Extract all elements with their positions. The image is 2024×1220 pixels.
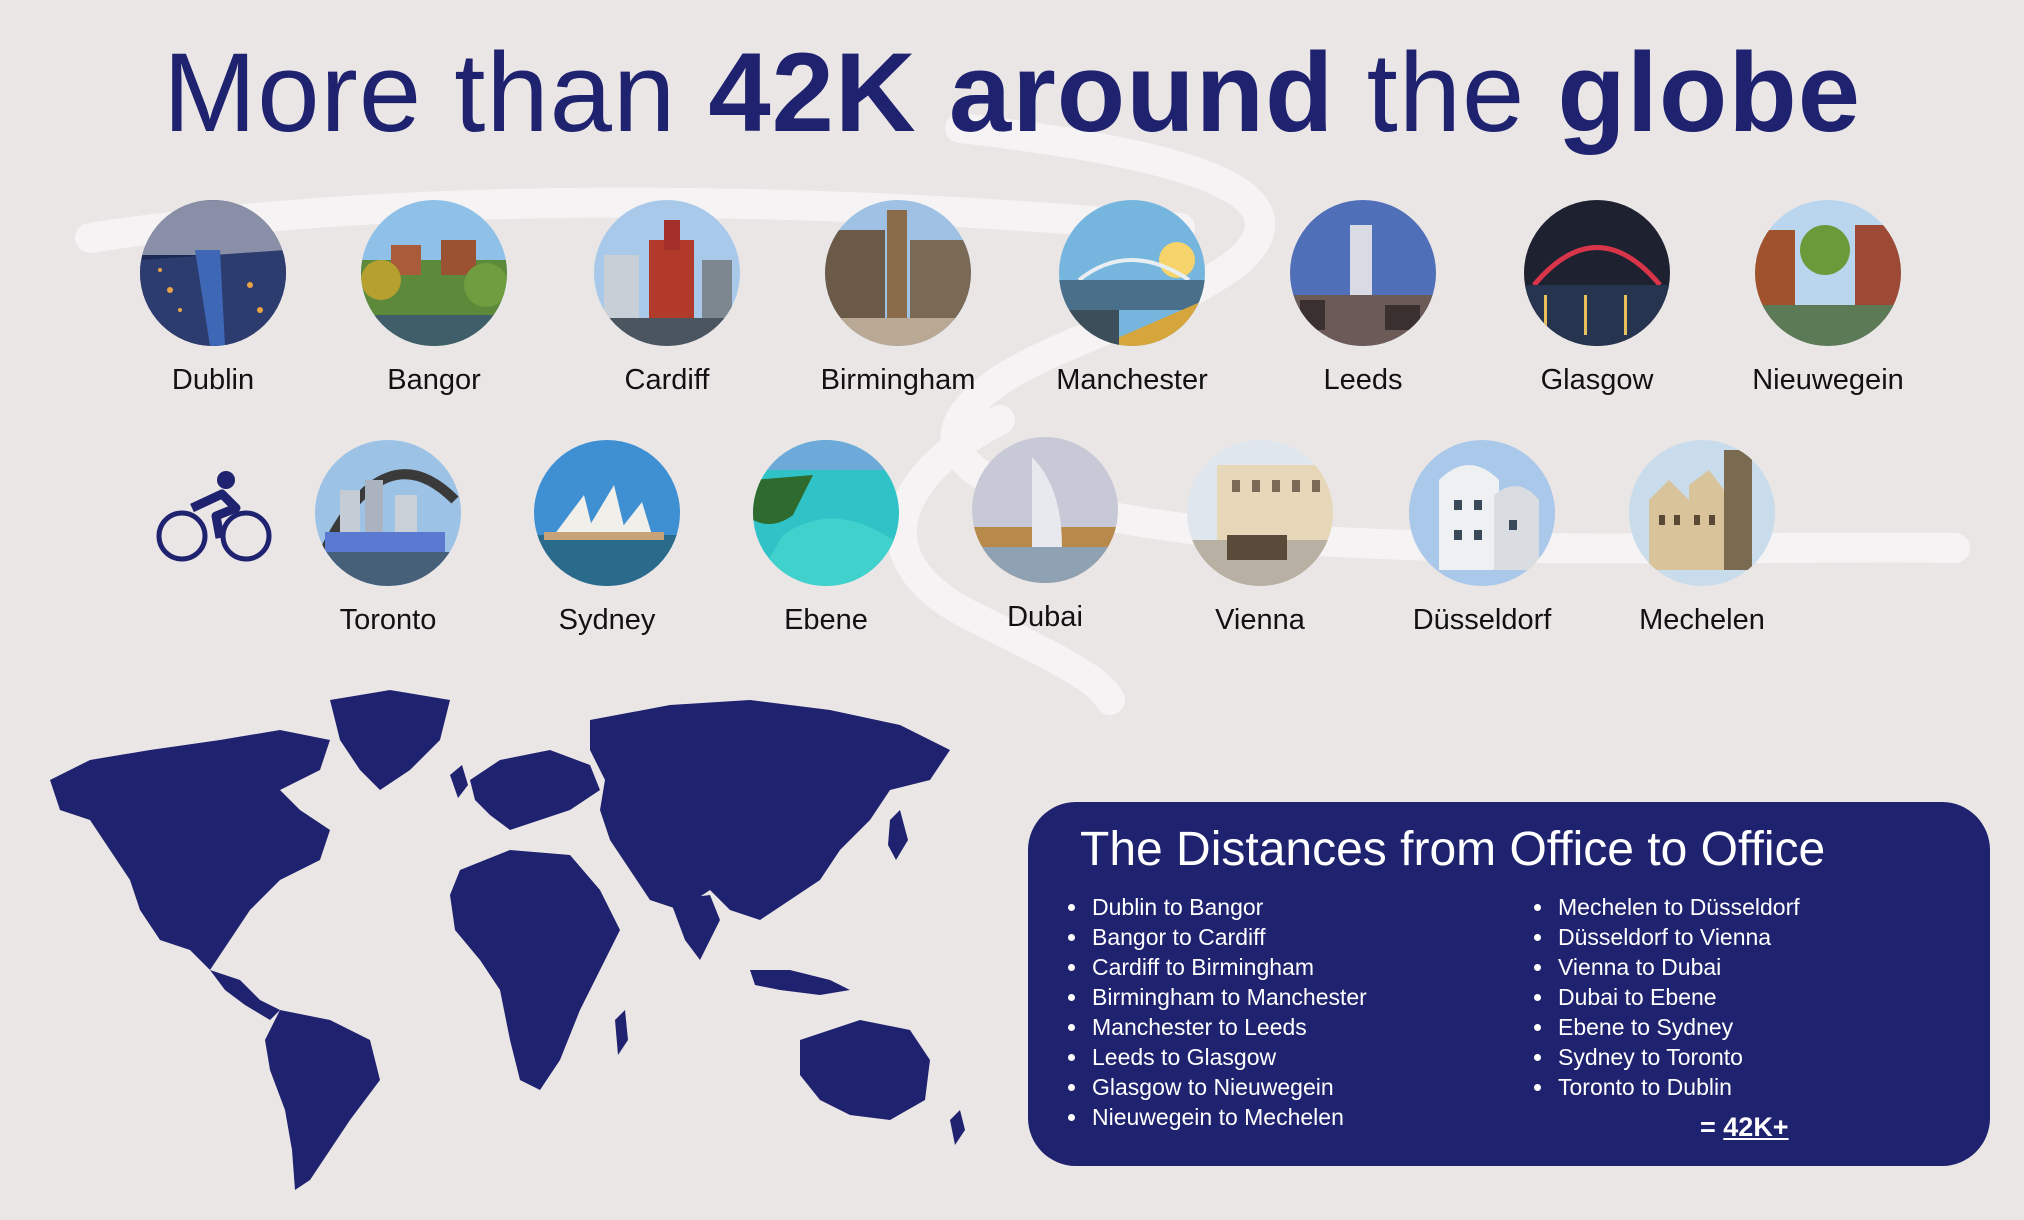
city-dusseldorf: Düsseldorf	[1372, 440, 1592, 637]
title-text-1: More than	[162, 30, 709, 155]
title-text-2: the	[1334, 30, 1558, 155]
city-label-nieuwegein: Nieuwegein	[1752, 364, 1904, 396]
dubai-photo	[972, 437, 1118, 583]
mechelen-photo	[1629, 440, 1775, 586]
city-mechelen: Mechelen	[1592, 440, 1812, 637]
city-label-sydney: Sydney	[558, 604, 656, 636]
sydney-photo	[534, 440, 680, 586]
nieuwegein-photo	[1755, 200, 1901, 346]
ebene-photo	[753, 440, 899, 586]
city-label-vienna: Vienna	[1215, 604, 1305, 636]
list-item: Bangor to Cardiff	[1066, 922, 1367, 952]
city-nieuwegein: Nieuwegein	[1718, 200, 1938, 397]
city-label-dusseldorf: Düsseldorf	[1412, 604, 1552, 636]
list-item: Nieuwegein to Mechelen	[1066, 1102, 1367, 1132]
city-label-dubai: Dubai	[1007, 601, 1083, 633]
list-item: Vienna to Dubai	[1532, 952, 1800, 982]
title-bold-1: 42K around	[708, 30, 1335, 155]
city-birmingham: Birmingham	[788, 200, 1008, 397]
distances-panel: The Distances from Office to Office Dubl…	[1028, 802, 1990, 1166]
distances-list-left: Dublin to Bangor Bangor to Cardiff Cardi…	[1066, 892, 1367, 1132]
city-dublin: Dublin	[103, 200, 323, 397]
glasgow-photo	[1524, 200, 1670, 346]
manchester-photo	[1059, 200, 1205, 346]
total-value: 42K+	[1723, 1112, 1789, 1142]
city-toronto: Toronto	[278, 440, 498, 637]
cyclist-icon	[156, 471, 272, 562]
city-vienna: Vienna	[1150, 440, 1370, 637]
toronto-photo	[315, 440, 461, 586]
city-label-mechelen: Mechelen	[1639, 604, 1765, 636]
dublin-photo	[140, 200, 286, 346]
city-leeds: Leeds	[1253, 200, 1473, 397]
list-item: Leeds to Glasgow	[1066, 1042, 1367, 1072]
list-item: Düsseldorf to Vienna	[1532, 922, 1800, 952]
distances-list-right: Mechelen to Düsseldorf Düsseldorf to Vie…	[1532, 892, 1800, 1102]
leeds-photo	[1290, 200, 1436, 346]
page-title: More than 42K around the globe	[0, 28, 2024, 157]
list-item: Dubai to Ebene	[1532, 982, 1800, 1012]
city-label-leeds: Leeds	[1323, 364, 1403, 396]
city-label-cardiff: Cardiff	[624, 364, 710, 396]
city-glasgow: Glasgow	[1487, 200, 1707, 397]
city-label-birmingham: Birmingham	[820, 364, 976, 396]
bangor-photo	[361, 200, 507, 346]
city-label-manchester: Manchester	[1056, 364, 1208, 396]
city-cardiff: Cardiff	[557, 200, 777, 397]
list-item: Toronto to Dublin	[1532, 1072, 1800, 1102]
total-prefix: =	[1700, 1112, 1724, 1142]
list-item: Cardiff to Birmingham	[1066, 952, 1367, 982]
cardiff-photo	[594, 200, 740, 346]
city-bangor: Bangor	[324, 200, 544, 397]
city-manchester: Manchester	[1022, 200, 1242, 397]
city-sydney: Sydney	[497, 440, 717, 637]
city-label-toronto: Toronto	[339, 604, 437, 636]
list-item: Dublin to Bangor	[1066, 892, 1367, 922]
list-item: Manchester to Leeds	[1066, 1012, 1367, 1042]
city-label-dublin: Dublin	[171, 364, 255, 396]
birmingham-photo	[825, 200, 971, 346]
dusseldorf-photo	[1409, 440, 1555, 586]
city-label-bangor: Bangor	[387, 364, 481, 396]
list-item: Birmingham to Manchester	[1066, 982, 1367, 1012]
city-label-glasgow: Glasgow	[1540, 364, 1654, 396]
list-item: Sydney to Toronto	[1532, 1042, 1800, 1072]
list-item: Ebene to Sydney	[1532, 1012, 1800, 1042]
city-label-ebene: Ebene	[784, 604, 868, 636]
world-map-icon	[50, 690, 965, 1190]
panel-title: The Distances from Office to Office	[1080, 823, 1826, 876]
total-distance: = 42K+	[1700, 1112, 1789, 1143]
city-ebene: Ebene	[716, 440, 936, 637]
city-dubai: Dubai	[935, 437, 1155, 634]
title-bold-2: globe	[1557, 30, 1862, 155]
list-item: Mechelen to Düsseldorf	[1532, 892, 1800, 922]
list-item: Glasgow to Nieuwegein	[1066, 1072, 1367, 1102]
vienna-photo	[1187, 440, 1333, 586]
